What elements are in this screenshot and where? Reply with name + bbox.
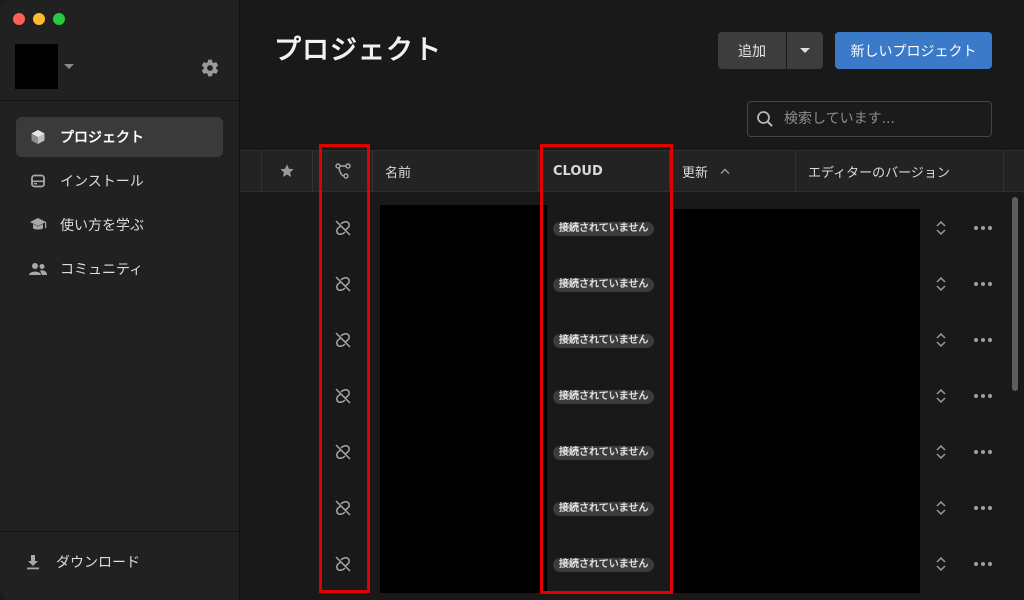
download-button[interactable]: ダウンロード (24, 552, 140, 572)
sidebar-item-projects[interactable]: プロジェクト (16, 117, 223, 157)
search-box[interactable] (747, 101, 992, 137)
version-select-icon[interactable] (935, 554, 947, 574)
sort-ascending-icon[interactable] (720, 168, 730, 174)
download-icon (27, 555, 39, 570)
installs-icon (28, 171, 48, 191)
sidebar-item-label: コミュニティ (60, 262, 144, 278)
more-options-icon[interactable] (973, 393, 993, 399)
more-options-icon[interactable] (973, 449, 993, 455)
people-icon (28, 259, 48, 279)
sidebar-item-label: インストール (60, 174, 144, 190)
sidebar-item-learn[interactable]: 使い方を学ぶ (16, 205, 223, 245)
more-options-icon[interactable] (973, 225, 993, 231)
sidebar-item-label: プロジェクト (60, 130, 144, 146)
download-label: ダウンロード (56, 555, 140, 571)
version-select-icon[interactable] (935, 330, 947, 350)
name-column-header[interactable]: 名前 (373, 151, 539, 191)
redacted-project-details (672, 209, 920, 593)
editor-version-column-header[interactable]: エディターのバージョン (796, 151, 1004, 191)
sidebar-nav: プロジェクト インストール 使い方を学ぶ コミュニティ (16, 117, 223, 293)
more-options-icon[interactable] (973, 337, 993, 343)
sidebar-divider (0, 100, 239, 101)
hub-window: プロジェクト インストール 使い方を学ぶ コミュニティ ダウンロード プロジェク… (0, 0, 1024, 600)
zoom-window-button[interactable] (53, 13, 65, 25)
search-input[interactable] (782, 110, 986, 128)
search-icon (757, 111, 773, 127)
minimize-window-button[interactable] (33, 13, 45, 25)
sidebar-item-installs[interactable]: インストール (16, 161, 223, 201)
version-select-icon[interactable] (935, 218, 947, 238)
updated-column-header[interactable]: 更新 (670, 151, 796, 191)
add-dropdown-button[interactable] (787, 32, 823, 69)
add-button[interactable]: 追加 (718, 32, 786, 69)
graduation-cap-icon (28, 215, 48, 235)
account-dropdown-icon[interactable] (64, 64, 74, 69)
more-options-icon[interactable] (973, 281, 993, 287)
close-window-button[interactable] (13, 13, 25, 25)
scrollbar[interactable] (1012, 197, 1018, 391)
version-select-icon[interactable] (935, 386, 947, 406)
sidebar-item-community[interactable]: コミュニティ (16, 249, 223, 289)
favorite-column-header[interactable] (261, 151, 313, 191)
more-options-icon[interactable] (973, 561, 993, 567)
more-options-icon[interactable] (973, 505, 993, 511)
updated-column-label: 更新 (682, 165, 709, 181)
page-title: プロジェクト (274, 35, 442, 66)
sidebar-item-label: 使い方を学ぶ (60, 218, 144, 234)
account-avatar[interactable] (15, 44, 58, 89)
version-select-icon[interactable] (935, 498, 947, 518)
highlight-box-cloud-column (540, 144, 673, 594)
gear-icon[interactable] (200, 58, 220, 78)
cube-icon (28, 127, 48, 147)
version-select-icon[interactable] (935, 274, 947, 294)
sidebar: プロジェクト インストール 使い方を学ぶ コミュニティ ダウンロード (0, 0, 240, 600)
redacted-project-names (380, 205, 547, 593)
version-select-icon[interactable] (935, 442, 947, 462)
new-project-button[interactable]: 新しいプロジェクト (835, 32, 992, 69)
highlight-box-vcs-column (319, 144, 370, 593)
star-icon (280, 164, 294, 177)
sidebar-divider (0, 531, 239, 532)
